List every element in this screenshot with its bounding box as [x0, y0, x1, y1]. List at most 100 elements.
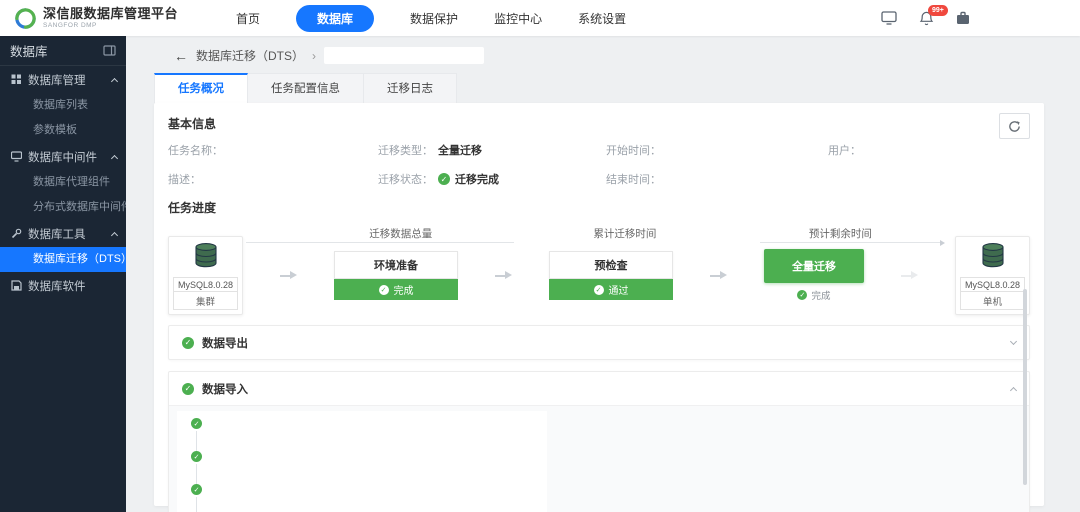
stage-name: 全量迁移	[764, 249, 864, 283]
migration-flow: 迁移数据总量 累计迁移时间 预计剩余时间 MySQL8.0.28 集群	[168, 226, 1030, 314]
import-step-timeline: ✓ ✓ ✓ ✓	[191, 418, 202, 512]
start-time-label: 开始时间：	[606, 142, 661, 158]
source-engine-version: MySQL8.0.28	[173, 277, 238, 292]
breadcrumb-task-name	[324, 47, 484, 64]
sidebar-collapse-icon[interactable]	[103, 45, 116, 56]
stage-full-migration: 全量迁移 ✓ 完成	[764, 249, 864, 302]
task-name-label: 任务名称：	[168, 142, 223, 158]
source-database-card: MySQL8.0.28 集群	[168, 236, 243, 315]
sidebar-group-label: 数据库管理	[28, 72, 86, 88]
sidebar-item-db-migration-dts[interactable]: 数据库迁移（DTS）	[0, 247, 126, 272]
software-icon	[11, 280, 22, 291]
user-briefcase-icon[interactable]	[956, 11, 970, 25]
back-arrow-icon[interactable]: ←	[174, 48, 188, 64]
data-export-panel: ✓ 数据导出	[168, 325, 1030, 360]
grid-icon	[11, 74, 22, 85]
database-icon	[978, 242, 1008, 268]
data-import-panel-header[interactable]: ✓ 数据导入	[169, 372, 1029, 405]
migration-status-value: 迁移完成	[455, 171, 499, 187]
sidebar-group-db-software[interactable]: 数据库软件	[0, 272, 126, 299]
wrench-icon	[11, 228, 22, 239]
source-deploy-mode: 集群	[173, 292, 238, 310]
stage-status-badge: ✓ 通过	[549, 279, 673, 300]
sidebar-group-db-middleware[interactable]: 数据库中间件	[0, 143, 126, 170]
nav-item-home[interactable]: 首页	[236, 6, 260, 31]
data-import-panel: ✓ 数据导入 ✓ ✓ ✓	[168, 371, 1030, 512]
check-icon: ✓	[191, 418, 202, 429]
sidebar-title: 数据库	[10, 41, 48, 60]
nav-item-database[interactable]: 数据库	[296, 5, 374, 32]
refresh-button[interactable]	[999, 113, 1030, 139]
target-database-card: MySQL8.0.28 单机	[955, 236, 1030, 315]
flow-arrow-icon	[495, 271, 513, 280]
import-detail-area	[177, 411, 547, 512]
timeline-item: ✓	[191, 451, 202, 484]
sidebar-item-distributed-middleware[interactable]: 分布式数据库中间件	[0, 195, 126, 220]
sidebar-group-label: 数据库工具	[28, 226, 86, 242]
console-icon[interactable]	[881, 11, 897, 25]
notification-badge: 99+	[928, 5, 948, 16]
basic-info-grid: 任务名称： 迁移类型： 全量迁移 开始时间： 用户： 描述：	[168, 142, 1030, 187]
chevron-up-icon[interactable]	[1010, 386, 1017, 393]
chevron-up-icon	[111, 154, 118, 161]
stage-name: 预检查	[549, 251, 673, 279]
timeline-item: ✓	[191, 484, 202, 512]
sidebar-item-db-proxy[interactable]: 数据库代理组件	[0, 170, 126, 195]
check-icon: ✓	[182, 383, 194, 395]
chevron-up-icon	[111, 231, 118, 238]
stage-precheck: 预检查 ✓ 通过	[549, 251, 673, 300]
stage-name: 环境准备	[334, 251, 458, 279]
breadcrumb-title[interactable]: 数据库迁移（DTS）	[196, 47, 304, 64]
sidebar-item-db-list[interactable]: 数据库列表	[0, 93, 126, 118]
middleware-icon	[11, 151, 22, 162]
description-label: 描述：	[168, 171, 201, 187]
migration-type-value: 全量迁移	[438, 142, 482, 158]
check-icon: ✓	[182, 337, 194, 349]
target-deploy-mode: 单机	[960, 292, 1025, 310]
target-engine-version: MySQL8.0.28	[960, 277, 1025, 292]
check-icon: ✓	[191, 451, 202, 462]
migration-type-label: 迁移类型：	[378, 142, 433, 158]
status-check-icon: ✓	[438, 173, 450, 185]
refresh-icon	[1008, 120, 1021, 133]
chevron-down-icon[interactable]	[1010, 337, 1017, 344]
sidebar-group-label: 数据库中间件	[28, 149, 97, 165]
breadcrumb: ← 数据库迁移（DTS） ›	[174, 47, 1080, 64]
flow-arrow-icon	[280, 271, 298, 280]
user-label: 用户：	[828, 142, 861, 158]
nav-item-settings[interactable]: 系统设置	[578, 6, 626, 31]
logo-icon	[14, 7, 37, 30]
breadcrumb-separator: ›	[312, 49, 316, 63]
check-icon: ✓	[379, 285, 389, 295]
check-icon: ✓	[594, 285, 604, 295]
panel-title: 数据导入	[202, 381, 248, 397]
task-progress-title: 任务进度	[168, 199, 1030, 216]
end-time-label: 结束时间：	[606, 171, 661, 187]
nav-item-monitoring[interactable]: 监控中心	[494, 6, 542, 31]
sidebar-group-db-tools[interactable]: 数据库工具	[0, 220, 126, 247]
sidebar-group-label: 数据库软件	[28, 278, 86, 294]
flow-arrow-icon	[710, 271, 728, 280]
tab-migration-log[interactable]: 迁移日志	[364, 73, 457, 103]
sidebar: 数据库 数据库管理 数据库列表 参数模板 数据库中间件 数据库代理组件	[0, 36, 126, 512]
flow-arrow-icon	[901, 271, 919, 280]
vertical-scrollbar[interactable]	[1023, 289, 1027, 485]
timeline-item: ✓	[191, 418, 202, 451]
sidebar-group-db-management[interactable]: 数据库管理	[0, 66, 126, 93]
data-import-panel-body: ✓ ✓ ✓ ✓	[169, 405, 1029, 512]
notification-bell-icon[interactable]: 99+	[919, 11, 934, 26]
stage-status-text: 完成	[811, 288, 830, 302]
stage-status-text: 完成	[394, 282, 414, 297]
stage-status: ✓ 完成	[764, 288, 864, 302]
data-export-panel-header[interactable]: ✓ 数据导出	[169, 326, 1029, 359]
tab-task-config[interactable]: 任务配置信息	[248, 73, 364, 103]
sidebar-item-param-template[interactable]: 参数模板	[0, 118, 126, 143]
tab-task-overview[interactable]: 任务概况	[154, 73, 248, 103]
migration-status-label: 迁移状态：	[378, 171, 433, 187]
task-overview-card: 基本信息 任务名称： 迁移类型： 全量迁移 开始时间： 用户：	[154, 103, 1044, 506]
panel-title: 数据导出	[202, 335, 248, 351]
nav-item-data-protection[interactable]: 数据保护	[410, 6, 458, 31]
stage-status-text: 通过	[609, 282, 629, 297]
chevron-up-icon	[111, 77, 118, 84]
top-bar: 深信服数据库管理平台 SANGFOR DMP 首页 数据库 数据保护 监控中心 …	[0, 0, 1080, 36]
